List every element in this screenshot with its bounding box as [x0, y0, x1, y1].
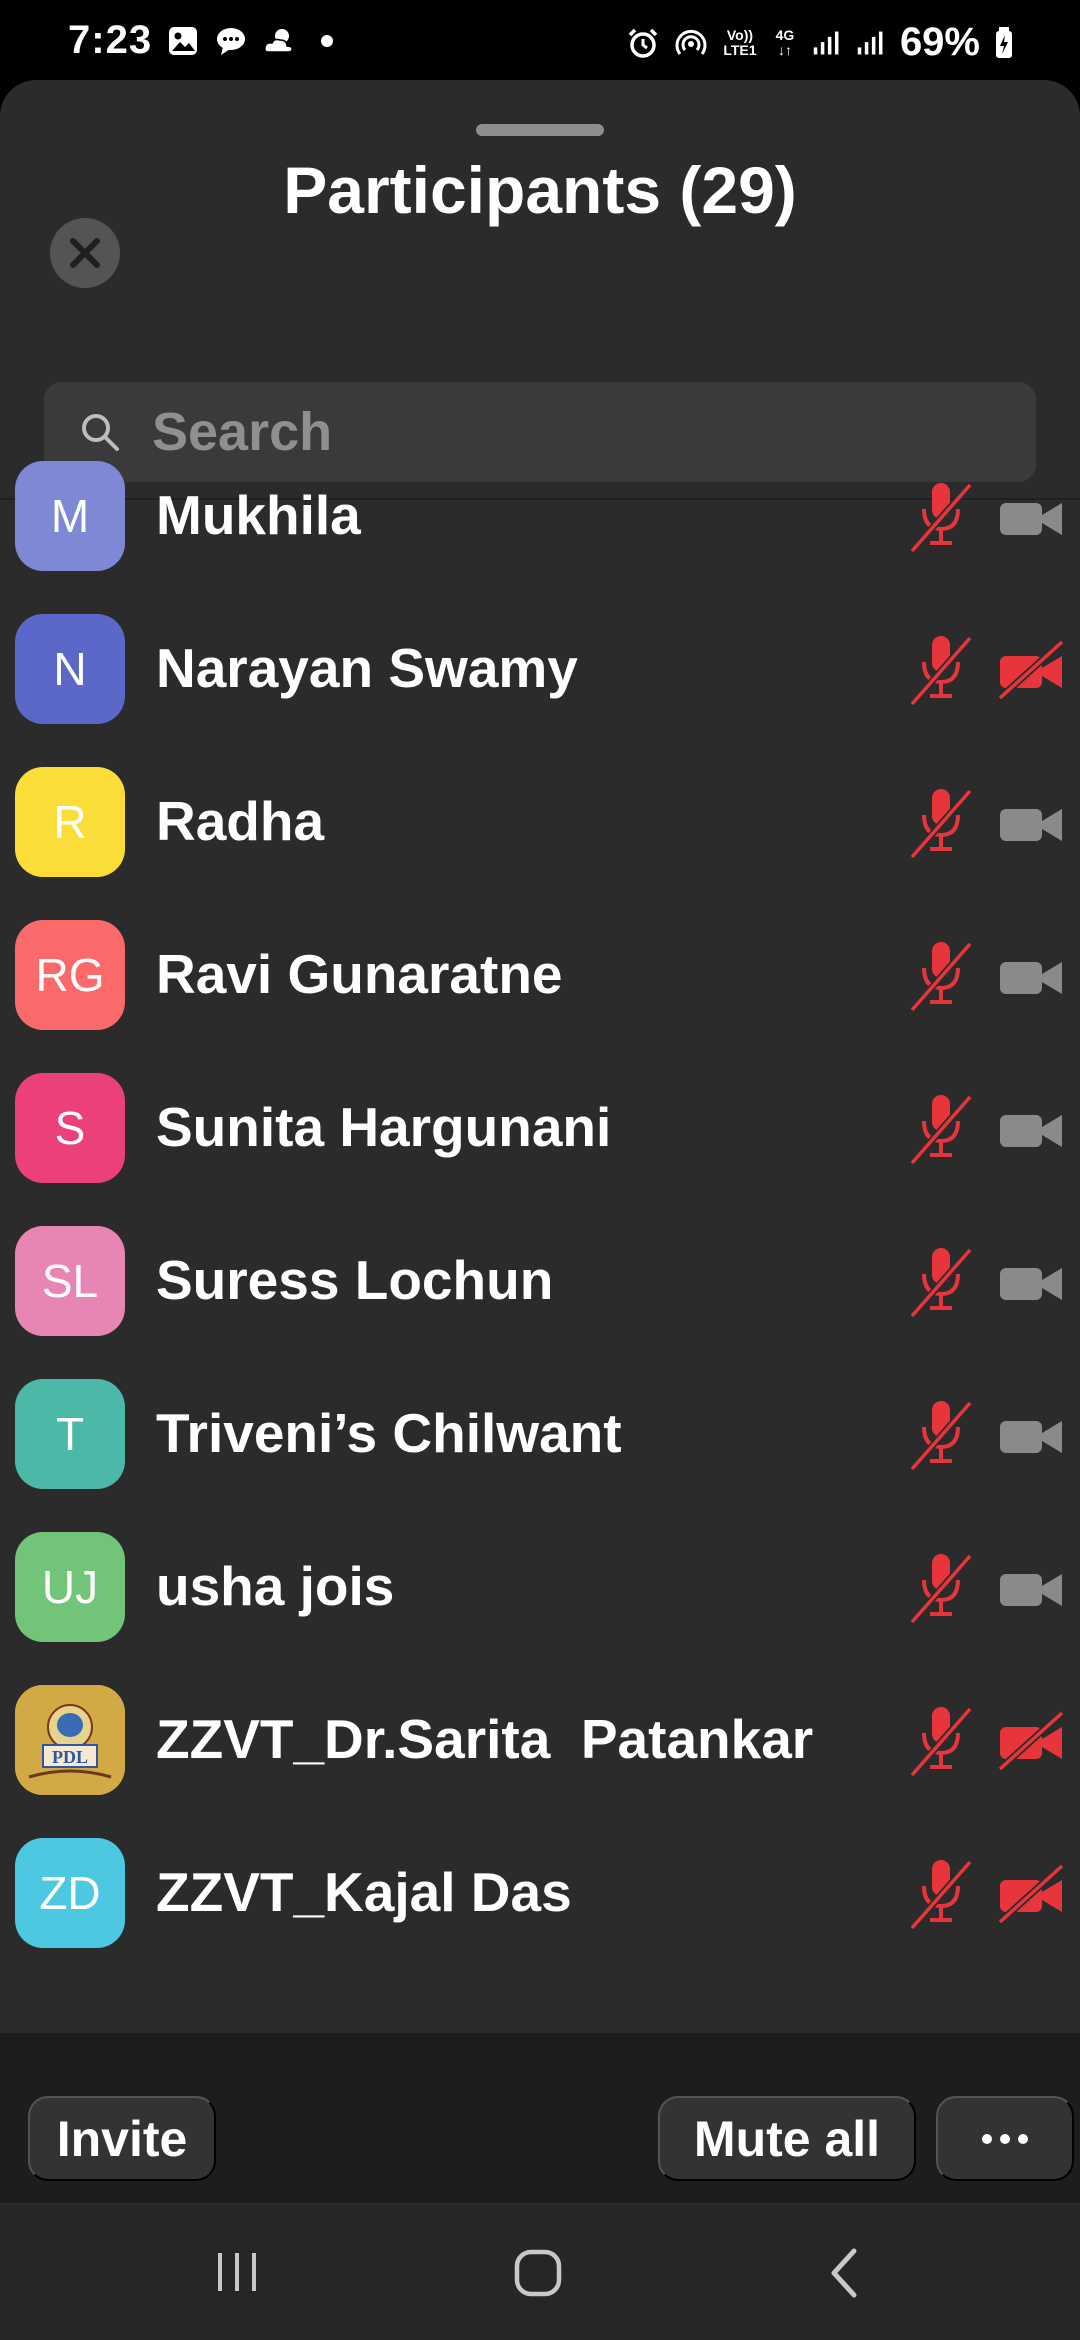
volte-indicator: Vo)) LTE1: [723, 26, 757, 58]
participant-name: Ravi Gunaratne: [156, 943, 563, 1005]
network-type-indicator: 4G ↓↑: [775, 26, 795, 58]
participant-name: Triveni’s Chilwant: [156, 1402, 622, 1464]
participant-row[interactable]: UJ usha jois: [0, 1514, 1080, 1667]
mic-muted-icon[interactable]: [906, 1244, 976, 1320]
participant-row[interactable]: RG Ravi Gunaratne: [0, 902, 1080, 1055]
camera-icon[interactable]: [998, 946, 1064, 1006]
participant-row[interactable]: R Radha: [0, 749, 1080, 902]
recent-apps-icon[interactable]: [212, 2247, 262, 2297]
battery-percent: 69%: [899, 20, 980, 64]
signal-strength-icon: [857, 31, 883, 54]
camera-off-icon[interactable]: [998, 640, 1064, 700]
mic-muted-icon[interactable]: [906, 1550, 976, 1626]
invite-button[interactable]: Invite: [28, 2096, 216, 2181]
weather-icon: [264, 29, 293, 53]
avatar: T: [15, 1379, 125, 1489]
avatar-initials: R: [53, 796, 87, 848]
close-icon: [70, 238, 100, 268]
avatar-initials: T: [55, 1408, 85, 1460]
mic-muted-icon[interactable]: [906, 1856, 976, 1932]
participant-name: Narayan Swamy: [156, 637, 578, 699]
avatar-initials: N: [53, 643, 87, 695]
mic-muted-icon[interactable]: [906, 785, 976, 861]
mute-all-button[interactable]: Mute all: [658, 2096, 916, 2181]
participant-name: usha jois: [156, 1555, 395, 1617]
status-notification-icons: [166, 24, 344, 58]
avatar-initials: ZD: [39, 1867, 101, 1919]
home-icon[interactable]: [512, 2247, 568, 2303]
navigation-bar: [0, 2205, 1080, 2340]
mic-muted-icon[interactable]: [906, 479, 976, 555]
participant-name: Mukhila: [156, 484, 361, 546]
participant-name: Sunita Hargunani: [156, 1096, 612, 1158]
mic-muted-icon[interactable]: [906, 1703, 976, 1779]
avatar: SL: [15, 1226, 125, 1336]
pdl-logo-image: [15, 1685, 125, 1795]
participant-row[interactable]: T Triveni’s Chilwant: [0, 1361, 1080, 1514]
mic-muted-icon[interactable]: [906, 1397, 976, 1473]
action-bar: Invite Mute all: [0, 2033, 1080, 2203]
camera-icon[interactable]: [998, 487, 1064, 547]
gallery-icon: [169, 27, 197, 55]
close-button[interactable]: [50, 218, 120, 288]
chat-bubble-icon: [217, 28, 245, 55]
participant-name: Suress Lochun: [156, 1249, 554, 1311]
battery-charging-icon: [996, 26, 1012, 58]
participant-name: ZZVT_Dr.Sarita Patankar: [156, 1708, 814, 1770]
sheet-title: Participants (29): [283, 153, 797, 227]
status-time: 7:23: [68, 18, 153, 62]
camera-off-icon[interactable]: [998, 1864, 1064, 1924]
avatar: S: [15, 1073, 125, 1183]
participant-row[interactable]: PDL ZZVT_Dr.Sarita Patankar: [0, 1667, 1080, 1820]
drag-handle[interactable]: [476, 124, 604, 136]
avatar: M: [15, 461, 125, 571]
camera-icon[interactable]: [998, 1558, 1064, 1618]
avatar-initials: UJ: [41, 1561, 99, 1613]
participant-row[interactable]: ZD ZZVT_Kajal Das: [0, 1820, 1080, 1973]
dot-icon: [321, 35, 333, 47]
participant-row[interactable]: SL Suress Lochun: [0, 1208, 1080, 1361]
avatar: RG: [15, 920, 125, 1030]
status-bar: 7:23 Vo)) LTE1 4G ↓↑ 69%: [0, 0, 1080, 88]
mic-muted-icon[interactable]: [906, 632, 976, 708]
alarm-icon: [628, 28, 658, 58]
avatar: R: [15, 767, 125, 877]
mic-muted-icon[interactable]: [906, 1091, 976, 1167]
participant-list: M Mukhila N Narayan Swamy R Radha RG Ravi Gunar…: [0, 443, 1080, 1973]
camera-icon[interactable]: [998, 1252, 1064, 1312]
avatar: UJ: [15, 1532, 125, 1642]
hotspot-icon: [675, 29, 707, 55]
participant-row[interactable]: M Mukhila: [0, 443, 1080, 596]
avatar-initials: SL: [41, 1255, 99, 1307]
avatar: N: [15, 614, 125, 724]
avatar-initials: S: [54, 1102, 86, 1154]
more-options-button[interactable]: [936, 2096, 1074, 2181]
participant-name: Radha: [156, 790, 325, 852]
camera-icon[interactable]: [998, 793, 1064, 853]
participant-row[interactable]: S Sunita Hargunani: [0, 1055, 1080, 1208]
camera-icon[interactable]: [998, 1099, 1064, 1159]
participant-row[interactable]: N Narayan Swamy: [0, 596, 1080, 749]
avatar: ZD: [15, 1838, 125, 1948]
avatar-initials: RG: [35, 949, 105, 1001]
camera-icon[interactable]: [998, 1405, 1064, 1465]
participant-name: ZZVT_Kajal Das: [156, 1861, 572, 1923]
more-dots-icon: [982, 2133, 1028, 2144]
signal-strength-icon: [813, 31, 839, 54]
back-icon[interactable]: [824, 2245, 864, 2301]
status-system-icons: Vo)) LTE1 4G ↓↑ 69%: [626, 20, 1014, 65]
avatar-image-text: PDL: [52, 1747, 88, 1767]
avatar: PDL: [15, 1685, 125, 1795]
avatar-initials: M: [50, 490, 90, 542]
camera-off-icon[interactable]: [998, 1711, 1064, 1771]
mic-muted-icon[interactable]: [906, 938, 976, 1014]
